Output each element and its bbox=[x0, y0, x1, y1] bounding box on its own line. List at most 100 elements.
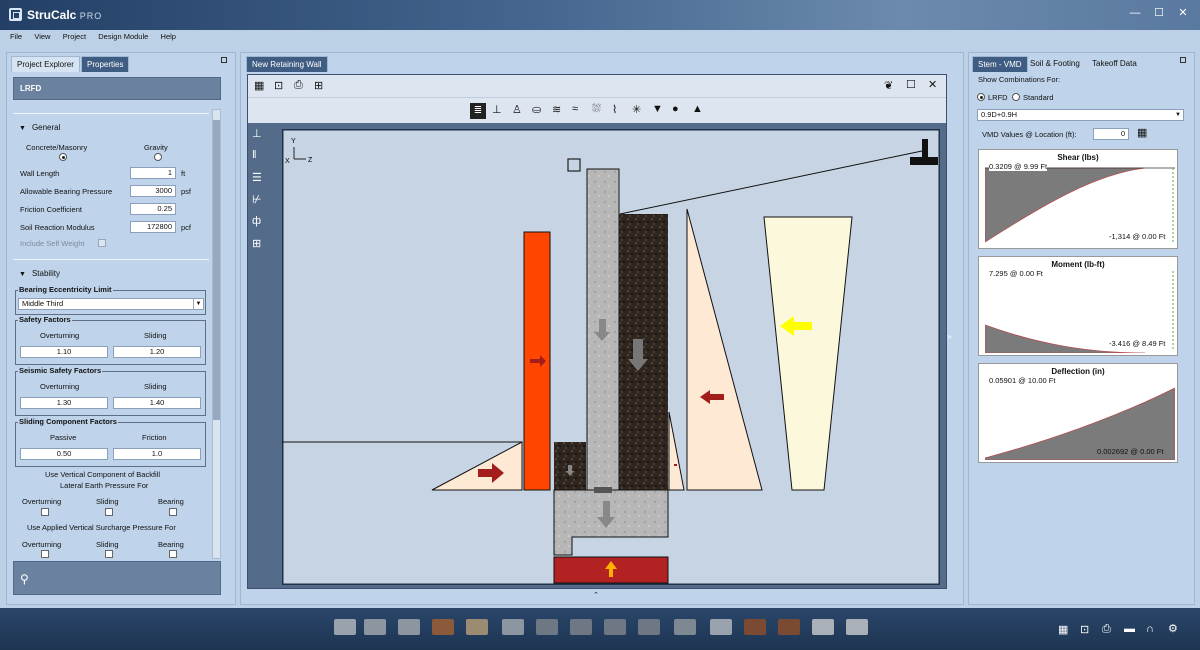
concrete-masonry-radio[interactable] bbox=[59, 153, 67, 161]
pin-icon[interactable] bbox=[1180, 57, 1186, 63]
support-icon[interactable]: ∩ bbox=[1146, 623, 1154, 635]
menu-project[interactable]: Project bbox=[63, 30, 86, 44]
water-icon[interactable]: ⌇ bbox=[612, 103, 617, 116]
maximize-button[interactable]: ☐ bbox=[1150, 6, 1168, 20]
expand-up-icon[interactable]: ⌃ bbox=[593, 591, 599, 599]
menu-design-module[interactable]: Design Module bbox=[98, 30, 148, 44]
stability-section-header[interactable]: ▼ Stability bbox=[19, 269, 60, 278]
calculator-icon[interactable]: ▦ bbox=[1058, 623, 1068, 636]
tab-project-explorer[interactable]: Project Explorer bbox=[11, 56, 80, 72]
masonry-module-icon[interactable] bbox=[812, 619, 834, 635]
pin-icon[interactable] bbox=[221, 57, 227, 63]
seismic-icon[interactable]: ✳ bbox=[632, 103, 641, 116]
weight-icon[interactable]: ⛀ bbox=[532, 103, 541, 116]
soil-icon[interactable]: ⛆ bbox=[592, 103, 601, 116]
minimize-button[interactable]: — bbox=[1126, 6, 1144, 20]
general-section-header[interactable]: ▼ General bbox=[19, 123, 60, 132]
seismic-sliding-input[interactable]: 1.40 bbox=[113, 397, 201, 409]
save-icon[interactable]: ⊡ bbox=[274, 79, 283, 92]
floor-module-icon[interactable] bbox=[604, 619, 626, 635]
calculator-icon[interactable]: ▦ bbox=[1137, 126, 1147, 139]
surcharge-bearing-checkbox[interactable] bbox=[169, 550, 177, 558]
bearing-eccentricity-select[interactable]: Middle Third ▼ bbox=[18, 298, 204, 310]
beam-module-icon[interactable] bbox=[364, 619, 386, 635]
roof-module-icon[interactable] bbox=[570, 619, 592, 635]
triangle-load-icon[interactable]: ▼ bbox=[652, 103, 663, 115]
tab-properties[interactable]: Properties bbox=[81, 56, 130, 72]
stem-icon[interactable]: ‖ bbox=[252, 149, 257, 161]
print-icon[interactable]: ⎙ bbox=[294, 79, 303, 92]
backfill-sliding-checkbox[interactable] bbox=[105, 508, 113, 516]
footing-icon[interactable]: ⊥ bbox=[252, 127, 262, 140]
joist-module-icon[interactable] bbox=[398, 619, 420, 635]
sliding-safety-input[interactable]: 1.20 bbox=[113, 346, 201, 358]
combination-select[interactable]: 0.9D+0.9H ▼ bbox=[977, 109, 1184, 121]
surcharge-sliding-checkbox[interactable] bbox=[105, 550, 113, 558]
footprint-icon[interactable]: ❦ bbox=[884, 79, 893, 92]
wall-view-icon[interactable]: ≣ bbox=[470, 103, 486, 119]
collapse-right-icon[interactable]: » bbox=[947, 332, 951, 341]
lrfd-radio[interactable] bbox=[977, 93, 985, 101]
standard-radio[interactable] bbox=[1012, 93, 1020, 101]
steel-beam-module-icon[interactable] bbox=[502, 619, 524, 635]
help-panel: ⚲ bbox=[13, 561, 221, 595]
wood-beam-module-icon[interactable] bbox=[432, 619, 454, 635]
stud-module-icon[interactable] bbox=[778, 619, 800, 635]
friction-coefficient-input[interactable]: 0.25 bbox=[130, 203, 176, 215]
menu-view[interactable]: View bbox=[34, 30, 50, 44]
point-load-icon[interactable]: ⊥ bbox=[492, 103, 502, 116]
truss-module-icon[interactable] bbox=[536, 619, 558, 635]
header-module-icon[interactable] bbox=[744, 619, 766, 635]
wall-canvas[interactable]: Y X Z bbox=[282, 129, 940, 585]
include-self-weight-checkbox[interactable] bbox=[98, 239, 106, 247]
wind-pressure-icon[interactable]: ≈ bbox=[572, 103, 578, 115]
backfill-bearing-checkbox[interactable] bbox=[169, 508, 177, 516]
overturning-safety-input[interactable]: 1.10 bbox=[20, 346, 108, 358]
wind-icon[interactable]: ≋ bbox=[552, 103, 561, 116]
gravity-radio[interactable] bbox=[154, 153, 162, 161]
mountain-icon[interactable]: ▲ bbox=[692, 103, 703, 115]
backfill-overturning-checkbox[interactable] bbox=[41, 508, 49, 516]
seismic-overturning-input[interactable]: 1.30 bbox=[20, 397, 108, 409]
house-module-icon[interactable] bbox=[674, 619, 696, 635]
drop-icon[interactable]: ● bbox=[672, 103, 679, 115]
post-module-icon[interactable] bbox=[710, 619, 732, 635]
folder-icon[interactable]: ▬ bbox=[1124, 623, 1135, 635]
surcharge-overturning-checkbox[interactable] bbox=[41, 550, 49, 558]
reinforcement-icon[interactable]: ☰ bbox=[252, 171, 262, 184]
soil-reaction-modulus-input[interactable]: 172800 bbox=[130, 221, 176, 233]
person-load-icon[interactable]: ♙ bbox=[512, 103, 522, 116]
tab-new-retaining-wall[interactable]: New Retaining Wall bbox=[246, 56, 328, 72]
add-report-icon[interactable]: ⊞ bbox=[314, 79, 323, 92]
footing-module-icon[interactable] bbox=[334, 619, 356, 635]
menu-help[interactable]: Help bbox=[161, 30, 176, 44]
close-view-icon[interactable]: ✕ bbox=[928, 78, 937, 91]
bearing-pressure-input[interactable]: 3000 bbox=[130, 185, 176, 197]
tab-stem-vmd[interactable]: Stem - VMD bbox=[972, 56, 1028, 72]
grid-icon[interactable]: ⊞ bbox=[252, 237, 261, 250]
calculator-icon[interactable]: ▦ bbox=[254, 79, 264, 92]
slope-icon[interactable]: ⊬ bbox=[252, 193, 262, 206]
scrollbar[interactable] bbox=[212, 109, 221, 559]
print-icon[interactable]: ⎙ bbox=[1102, 623, 1111, 636]
friction-factor-input[interactable]: 1.0 bbox=[113, 448, 201, 460]
concrete-module-icon[interactable] bbox=[846, 619, 868, 635]
gear-icon[interactable]: ⚙ bbox=[1168, 622, 1178, 635]
collapse-triangle-icon: ▼ bbox=[19, 271, 26, 278]
wall-length-input[interactable]: 1 bbox=[130, 167, 176, 179]
tab-takeoff-data[interactable]: Takeoff Data bbox=[1087, 56, 1142, 71]
rafter-module-icon[interactable] bbox=[466, 619, 488, 635]
hip-module-icon[interactable] bbox=[638, 619, 660, 635]
passive-factor-input[interactable]: 0.50 bbox=[20, 448, 108, 460]
tab-soil-footing[interactable]: Soil & Footing bbox=[1025, 56, 1085, 71]
section-icon[interactable]: ф bbox=[252, 215, 261, 227]
vmd-location-input[interactable]: 0 bbox=[1093, 128, 1129, 140]
design-window: ▦ ⊡ ⎙ ⊞ ❦ ☐ ✕ ≣ ⊥ ♙ ⛀ ≋ ≈ ⛆ ⌇ ✳ ▼ ● ▲ ⊥ … bbox=[247, 74, 947, 589]
menu-file[interactable]: File bbox=[10, 30, 22, 44]
properties-panel: Project Explorer Properties LRFD ▼ Genera… bbox=[6, 52, 236, 605]
overturning-label: Overturning bbox=[22, 497, 62, 506]
maximize-view-icon[interactable]: ☐ bbox=[906, 78, 916, 91]
search-help-icon[interactable]: ⚲ bbox=[20, 572, 29, 586]
export-icon[interactable]: ⊡ bbox=[1080, 623, 1089, 636]
close-button[interactable]: ✕ bbox=[1174, 6, 1192, 20]
